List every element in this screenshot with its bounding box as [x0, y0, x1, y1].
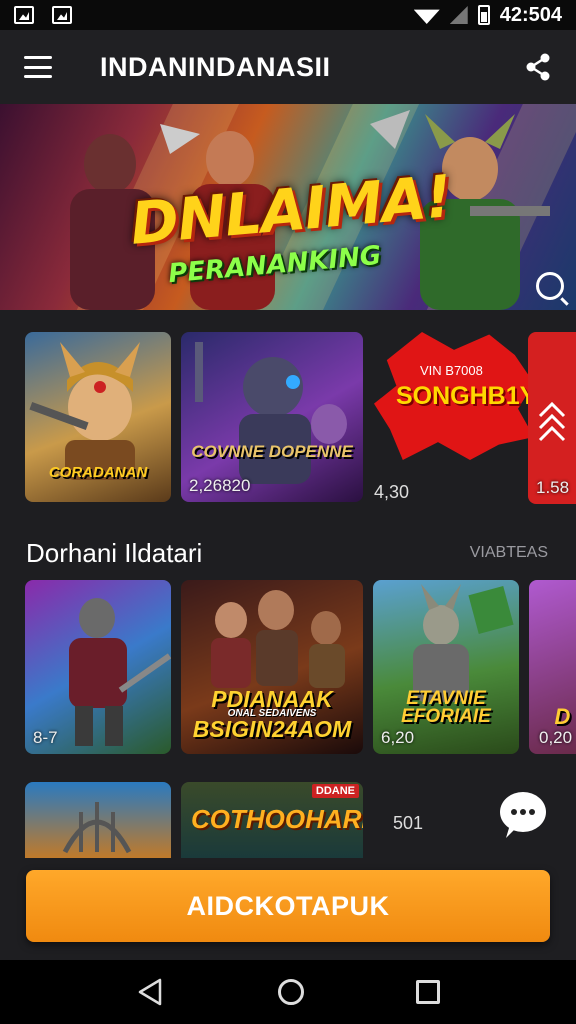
game-card[interactable]: 1.58 [528, 332, 576, 504]
app-title: INDANINDANASII [100, 51, 331, 82]
battery-icon [477, 5, 490, 25]
system-nav-bar [0, 960, 576, 1024]
list-value: 501 [393, 813, 424, 833]
game-card-tag: DDANE [311, 784, 359, 798]
game-card[interactable]: PDIANAAK BSIGIN24AOM ONAL SEDAIVENS [181, 580, 363, 754]
gallery-notification-icon [14, 6, 34, 24]
game-card-title: ETAVNIE EFORIAIE [401, 688, 491, 727]
game-card-value: 2,26820 [189, 476, 251, 495]
promo-value: 4,30 [374, 482, 410, 502]
game-card-title: CORADANAN [48, 464, 148, 481]
hero-banner[interactable]: DNLAIMA! PERANANKING [0, 104, 576, 310]
wifi-icon [413, 9, 440, 24]
game-card-title: COVNNE DOPENNE [191, 442, 353, 461]
image-notification-icon [52, 6, 72, 24]
game-card[interactable] [25, 782, 171, 858]
game-card[interactable]: D 0,20 [529, 580, 576, 754]
search-icon[interactable] [536, 272, 564, 300]
signal-icon [449, 6, 468, 24]
game-card[interactable]: ETAVNIE EFORIAIE 6,20 [373, 580, 519, 754]
game-card-subtitle: ONAL SEDAIVENS [227, 708, 317, 719]
status-time: 42:504 [499, 3, 562, 26]
game-card-value: 0,20 [539, 728, 573, 747]
promo-burst-caption: VIN B7008 [420, 363, 483, 378]
section-view-all-link[interactable]: VIABTEAS [470, 544, 548, 562]
status-bar: 42:504 [0, 0, 576, 30]
recent-apps-icon[interactable] [416, 980, 440, 1004]
game-card[interactable]: 8-7 [25, 580, 171, 754]
game-card-value: 1.58 [536, 478, 570, 497]
menu-icon[interactable] [24, 56, 52, 78]
game-card[interactable]: CORADANAN [25, 332, 171, 502]
game-card[interactable]: COVNNE DOPENNE 2,26820 [181, 332, 363, 502]
section-title: Dorhani Ildatari [26, 538, 203, 568]
app-bar: INDANINDANASII [0, 30, 576, 104]
back-icon[interactable] [136, 977, 166, 1007]
share-icon[interactable] [524, 53, 552, 81]
game-card-title: COTHOOHARI [191, 804, 363, 834]
game-card-title: D [554, 704, 571, 729]
game-card-value: 8-7 [33, 728, 58, 747]
game-art [62, 802, 132, 854]
primary-action-button[interactable]: AIDCKOTAPUK [26, 870, 550, 942]
game-card-value: 6,20 [381, 728, 415, 747]
promo-burst-title: SONGHB1Y [396, 382, 537, 410]
home-icon[interactable] [278, 979, 304, 1005]
chat-icon[interactable] [500, 792, 546, 832]
game-card[interactable]: DDANE COTHOOHARI [181, 782, 363, 858]
